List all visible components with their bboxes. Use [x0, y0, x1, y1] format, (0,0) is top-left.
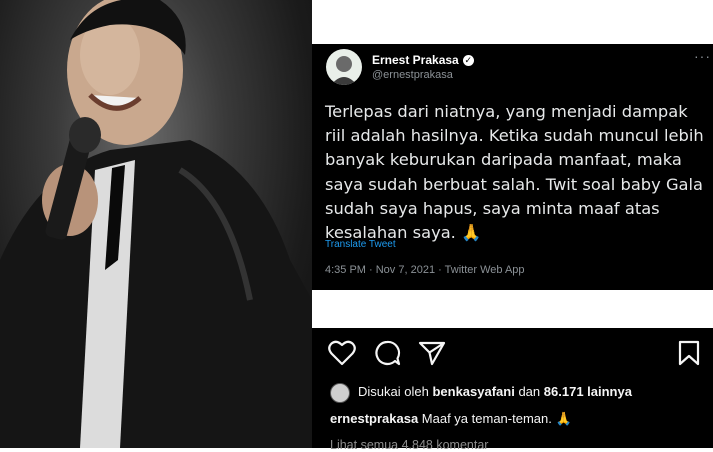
tweet-avatar	[326, 49, 362, 85]
view-comments-link[interactable]: Lihat semua 4.848 komentar	[330, 438, 488, 452]
tweet-screenshot: Ernest Prakasa ✓ @ernestprakasa ··· Terle…	[312, 44, 713, 290]
caption-username[interactable]: ernestprakasa	[330, 411, 418, 426]
post-bottom-margin	[312, 290, 713, 328]
action-bar	[312, 340, 713, 368]
post-footer: Disukai oleh benkasyafani dan 86.171 lai…	[312, 328, 713, 452]
share-icon[interactable]	[418, 340, 446, 366]
tweet-timestamp: 4:35 PM · Nov 7, 2021 · Twitter Web App	[325, 264, 525, 276]
photo-panel	[0, 0, 312, 448]
liker-username[interactable]: benkasyafani	[432, 384, 514, 399]
heart-icon[interactable]	[328, 340, 356, 366]
bookmark-icon[interactable]	[678, 340, 700, 366]
tweet-handle: @ernestprakasa	[372, 69, 453, 81]
post-top-margin	[312, 0, 713, 44]
instagram-post: Ernest Prakasa ✓ @ernestprakasa ··· Terle…	[312, 0, 713, 452]
caption-text: Maaf ya teman-teman. 🙏	[421, 411, 572, 426]
tweet-author-name: Ernest Prakasa ✓	[372, 53, 474, 67]
liker-avatar[interactable]	[330, 383, 350, 403]
more-options-icon[interactable]: ···	[694, 48, 711, 64]
verified-icon: ✓	[462, 55, 474, 67]
likes-count[interactable]: 86.171 lainnya	[544, 384, 632, 399]
comment-icon[interactable]	[373, 340, 401, 366]
translate-tweet-link[interactable]: Translate Tweet	[325, 239, 396, 250]
man-with-microphone-photo	[0, 0, 312, 448]
tweet-text: Terlepas dari niatnya, yang menjadi damp…	[325, 102, 704, 243]
caption: ernestprakasa Maaf ya teman-teman. 🙏	[330, 411, 572, 427]
likes-summary[interactable]: Disukai oleh benkasyafani dan 86.171 lai…	[358, 384, 632, 399]
